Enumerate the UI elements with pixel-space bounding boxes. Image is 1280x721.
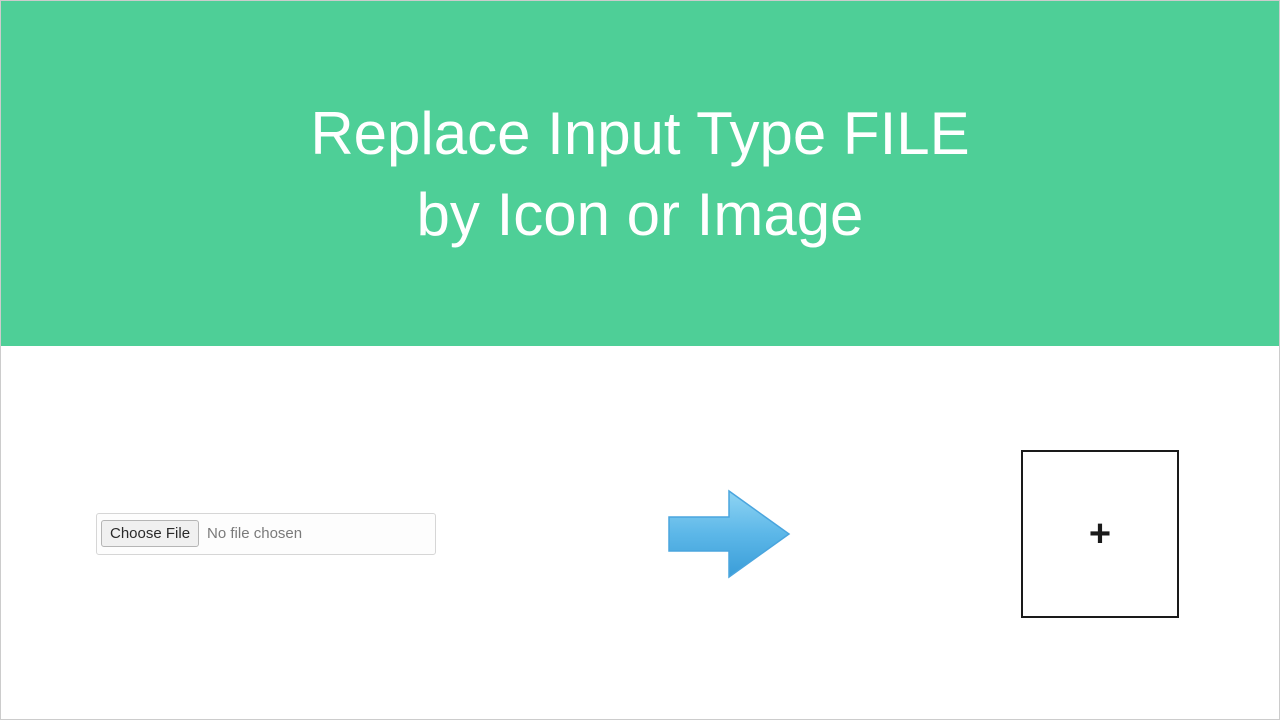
choose-file-button[interactable]: Choose File xyxy=(101,520,199,547)
custom-file-upload-box[interactable]: + xyxy=(1021,450,1179,618)
content-area: Choose File No file chosen + xyxy=(1,346,1279,721)
title-line-2: by Icon or Image xyxy=(417,181,864,248)
page-title: Replace Input Type FILE by Icon or Image xyxy=(310,93,969,255)
title-line-1: Replace Input Type FILE xyxy=(310,100,969,167)
header-banner: Replace Input Type FILE by Icon or Image xyxy=(1,1,1279,346)
native-file-input[interactable]: Choose File No file chosen xyxy=(96,513,436,555)
file-status-text: No file chosen xyxy=(207,525,302,542)
arrow-right-icon xyxy=(659,479,799,589)
plus-icon: + xyxy=(1089,515,1111,553)
